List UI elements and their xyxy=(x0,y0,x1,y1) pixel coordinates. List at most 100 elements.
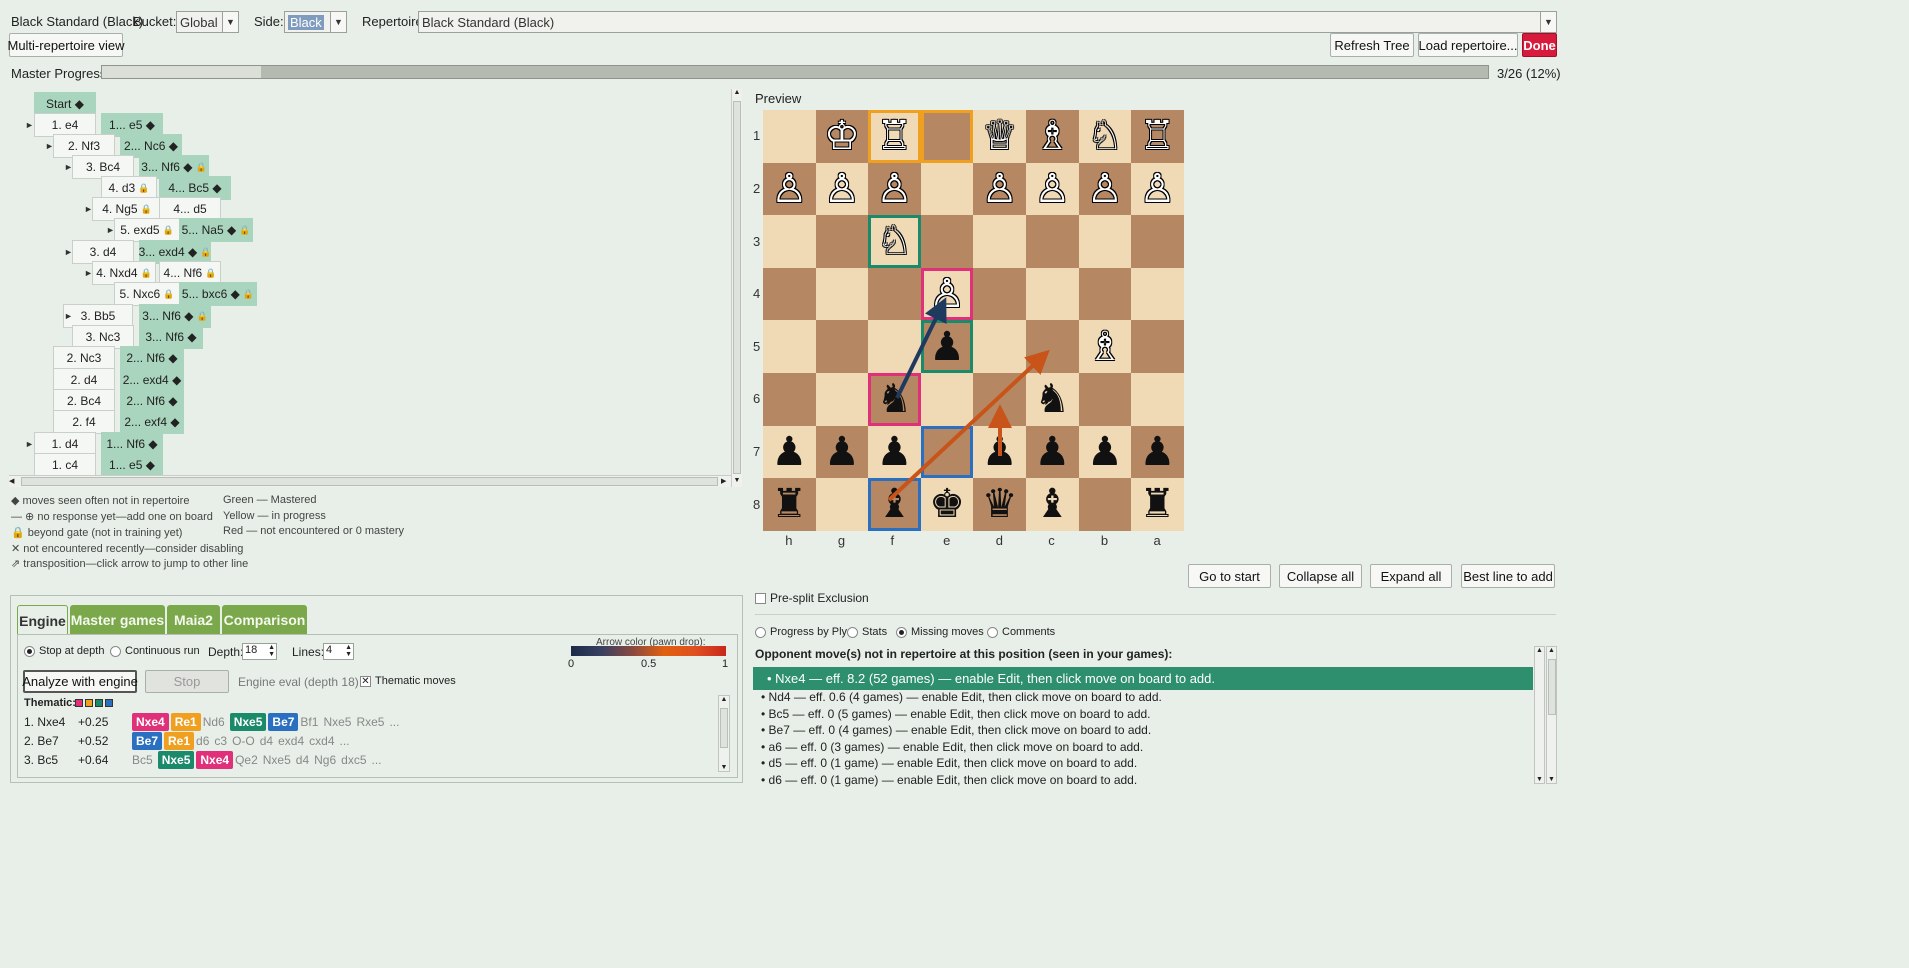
pv-move: Qe2 xyxy=(235,753,258,767)
missing-move-row[interactable]: • Be7 — eff. 0 (4 games) — enable Edit, … xyxy=(753,722,1533,738)
master-progress-label: Master Progress: xyxy=(11,66,110,81)
pre-split-checkbox[interactable] xyxy=(755,592,766,604)
thematic-title: Thematic: xyxy=(24,697,76,709)
view-radio-label: Missing moves xyxy=(911,626,984,638)
rank-label: 1 xyxy=(753,128,761,144)
tree-move-node[interactable]: 2. Nc3 xyxy=(53,346,115,370)
pv-move: Re1 xyxy=(164,732,195,750)
right-panel-scrollbar[interactable]: ▲ ▼ xyxy=(1546,646,1557,784)
expand-toggle-icon[interactable]: ► xyxy=(45,141,54,151)
engine-line-row[interactable]: 3. Bc5 +0.64 Bc5 Nxe5 Nxe4 Qe2 Nxe5 d4 Ng6 dxc5..… xyxy=(24,751,387,769)
tree-move-label: 2. Nc3 xyxy=(66,351,102,365)
expand-toggle-icon[interactable]: ► xyxy=(84,268,93,278)
scroll-thumb[interactable] xyxy=(1548,659,1556,715)
repertoire-select[interactable]: Black Standard (Black) ▼ xyxy=(418,11,1557,33)
missing-moves-scrollbar[interactable]: ▲ ▼ xyxy=(1534,646,1545,784)
expand-toggle-icon[interactable]: ► xyxy=(64,162,73,172)
tree-move-node[interactable]: 2. f4 xyxy=(53,410,115,434)
done-button[interactable]: Done xyxy=(1522,33,1557,57)
missing-move-row[interactable]: • Bc5 — eff. 0 (5 games) — enable Edit, … xyxy=(753,706,1533,722)
lines-spinner[interactable]: 4 ▲ ▼ xyxy=(323,643,354,660)
scroll-up-icon[interactable]: ▲ xyxy=(1535,647,1544,654)
refresh-tree-button[interactable]: Refresh Tree xyxy=(1330,33,1414,57)
load-repertoire-button[interactable]: Load repertoire... xyxy=(1418,33,1518,57)
tree-move-node[interactable]: 2... exf4 ◆ xyxy=(120,410,184,434)
scroll-down-icon[interactable]: ▼ xyxy=(1547,776,1556,783)
tree-move-node[interactable]: 1. c4 xyxy=(34,453,96,477)
continuous-run-radio[interactable]: Continuous run xyxy=(110,645,200,657)
radio-icon xyxy=(987,626,998,638)
tree-move-label: 3... Nf6 ◆ xyxy=(145,330,197,344)
view-radio[interactable]: Comments xyxy=(987,626,1055,638)
expand-toggle-icon[interactable]: ► xyxy=(106,225,115,235)
expand-toggle-icon[interactable]: ► xyxy=(25,120,34,130)
radio-icon xyxy=(110,645,121,657)
tab-engine[interactable]: Engine xyxy=(17,605,68,635)
engine-line-row[interactable]: 1. Nxe4 +0.25 Nxe4 Re1 Nd6 Nxe5 Be7 Bf1 Nxe5 Rxe5… xyxy=(24,713,404,731)
scroll-down-icon[interactable]: ▼ xyxy=(719,764,729,771)
side-select[interactable]: Black ▼ xyxy=(284,11,347,33)
expand-all-button[interactable]: Expand all xyxy=(1370,564,1452,588)
multi-repertoire-view-button[interactable]: Multi-repertoire view xyxy=(7,33,125,57)
scroll-thumb[interactable] xyxy=(21,477,718,486)
missing-move-row[interactable]: • Nxe4 — eff. 8.2 (52 games) — enable Ed… xyxy=(753,667,1533,690)
pv-move: Nxe5 xyxy=(157,751,195,769)
thematic-color-swatch xyxy=(105,699,113,707)
scroll-down-icon[interactable]: ▼ xyxy=(732,477,742,487)
expand-toggle-icon[interactable]: ► xyxy=(64,311,73,321)
pv-move: Nxe5 xyxy=(229,713,267,731)
scroll-thumb[interactable] xyxy=(720,708,728,748)
tree-move-node[interactable]: 2... Nf6 ◆ xyxy=(120,346,184,370)
stop-at-depth-radio[interactable]: Stop at depth xyxy=(24,645,104,657)
spinner-arrows-icon[interactable]: ▲ ▼ xyxy=(268,644,275,658)
missing-move-row[interactable]: • d5 — eff. 0 (1 game) — enable Edit, th… xyxy=(753,755,1533,771)
collapse-all-button[interactable]: Collapse all xyxy=(1279,564,1362,588)
scroll-up-icon[interactable]: ▲ xyxy=(719,696,729,703)
scroll-thumb[interactable] xyxy=(733,101,741,474)
depth-label: Depth: xyxy=(208,645,244,659)
expand-toggle-icon[interactable]: ► xyxy=(64,247,73,257)
stop-button[interactable]: Stop xyxy=(145,670,229,693)
tree-move-label: 5. Nxc6 xyxy=(119,287,161,301)
scroll-down-icon[interactable]: ▼ xyxy=(1535,776,1544,783)
missing-move-row[interactable]: • Nd4 — eff. 0.6 (4 games) — enable Edit… xyxy=(753,689,1533,705)
scroll-left-icon[interactable]: ◀ xyxy=(9,477,19,485)
missing-move-row[interactable]: • a6 — eff. 0 (3 games) — enable Edit, t… xyxy=(753,739,1533,755)
bucket-select[interactable]: Global ▼ xyxy=(176,11,239,33)
side-label: Side: xyxy=(254,14,284,29)
tree-vertical-scrollbar[interactable]: ▲ ▼ xyxy=(731,89,742,487)
thematic-moves-toggle[interactable]: ✕ Thematic moves xyxy=(360,675,456,687)
tree-move-node[interactable]: 1... e5 ◆ xyxy=(101,453,163,477)
tree-move-node[interactable]: 5... Na5 ◆ 🔒 xyxy=(179,218,253,242)
analyze-with-engine-button[interactable]: Analyze with engine xyxy=(22,670,138,693)
engine-lines-scrollbar[interactable]: ▲ ▼ xyxy=(718,695,730,772)
lock-icon: 🔒 xyxy=(162,224,174,235)
spinner-arrows-icon[interactable]: ▲ ▼ xyxy=(345,644,352,658)
tree-move-node[interactable]: 5... bxc6 ◆ 🔒 xyxy=(179,282,257,306)
view-radio[interactable]: Stats xyxy=(847,626,887,638)
depth-spinner[interactable]: 18 ▲ ▼ xyxy=(242,643,277,660)
tree-horizontal-scrollbar[interactable]: ◀ ▶ xyxy=(9,475,731,487)
best-line-to-add-button[interactable]: Best line to add xyxy=(1461,564,1555,588)
scroll-up-icon[interactable]: ▲ xyxy=(732,89,742,99)
expand-toggle-icon[interactable]: ► xyxy=(25,439,34,449)
tab-comparison[interactable]: Comparison xyxy=(222,605,307,635)
arrow-color-gradient xyxy=(571,646,726,656)
missing-move-row[interactable]: • d6 — eff. 0 (1 game) — enable Edit, th… xyxy=(753,772,1533,788)
engine-arrow xyxy=(895,297,947,399)
pv-move: exd4 xyxy=(278,734,305,748)
scroll-up-icon[interactable]: ▲ xyxy=(1547,647,1556,654)
engine-line-row[interactable]: 2. Be7 +0.52 Be7 Re1 d6 c3 O-O d4 exd4 cxd4... xyxy=(24,732,355,750)
go-to-start-button[interactable]: Go to start xyxy=(1188,564,1271,588)
tab-master-games[interactable]: Master games xyxy=(70,605,165,635)
tab-maia2[interactable]: Maia2 xyxy=(167,605,220,635)
view-radio[interactable]: Missing moves xyxy=(896,626,984,638)
expand-toggle-icon[interactable]: ► xyxy=(84,204,93,214)
scroll-right-icon[interactable]: ▶ xyxy=(721,477,731,485)
view-radio[interactable]: Progress by Ply xyxy=(755,626,847,638)
tree-move-label: 4... Nf6 xyxy=(163,266,203,280)
tree-move-node[interactable]: 5. Nxc6 🔒 xyxy=(114,282,180,306)
chess-board[interactable]: ♔♖♕♗♘♖♙♙♙♙♙♙♙♘♙♟♗♞♞♟♟♟♟♟♟♟♜♝♚♛♝♜ xyxy=(763,110,1184,531)
pre-split-exclusion[interactable]: Pre-split Exclusion xyxy=(755,591,869,605)
tree-move-node[interactable]: 5. exd5 🔒 xyxy=(114,218,180,242)
